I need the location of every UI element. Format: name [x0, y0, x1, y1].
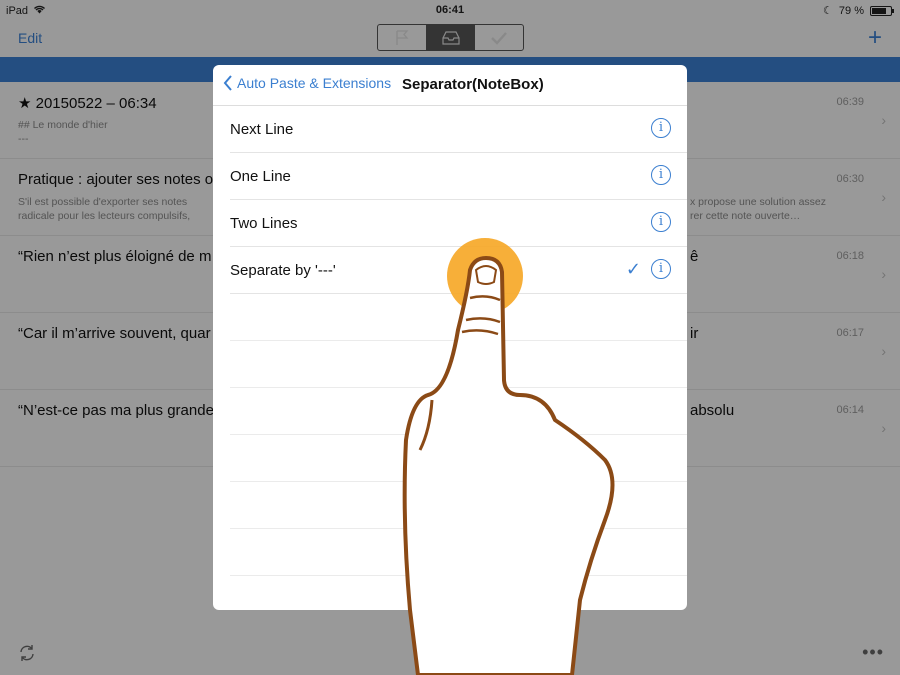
checkmark-icon: ✓ — [625, 259, 641, 279]
popover-header: Auto Paste & Extensions Separator(NoteBo… — [213, 65, 687, 106]
empty-row — [230, 294, 687, 341]
option-label: Two Lines — [230, 215, 298, 232]
option-label: Separate by '---' — [230, 262, 336, 279]
separator-options: Next Line i One Line i Two Lines i Separate by… — [213, 106, 687, 294]
separator-option[interactable]: Separate by '---' ✓ i — [230, 247, 687, 294]
separator-popover: Auto Paste & Extensions Separator(NoteBo… — [213, 65, 687, 610]
empty-row — [230, 388, 687, 435]
separator-option[interactable]: One Line i — [230, 153, 687, 200]
empty-row — [230, 435, 687, 482]
option-label: Next Line — [230, 121, 294, 138]
separator-option[interactable]: Next Line i — [230, 106, 687, 153]
back-button-label: Auto Paste & Extensions — [237, 75, 392, 91]
back-button[interactable]: Auto Paste & Extensions — [223, 75, 391, 91]
chevron-left-icon — [223, 75, 232, 91]
info-icon[interactable]: i — [651, 259, 671, 279]
info-icon[interactable]: i — [651, 212, 671, 232]
empty-row — [230, 341, 687, 388]
info-icon[interactable]: i — [651, 118, 671, 138]
separator-option[interactable]: Two Lines i — [230, 200, 687, 247]
popover-title: Separator(NoteBox) — [402, 76, 544, 93]
empty-row — [230, 529, 687, 576]
info-icon[interactable]: i — [651, 165, 671, 185]
option-label: One Line — [230, 168, 291, 185]
empty-row — [230, 482, 687, 529]
